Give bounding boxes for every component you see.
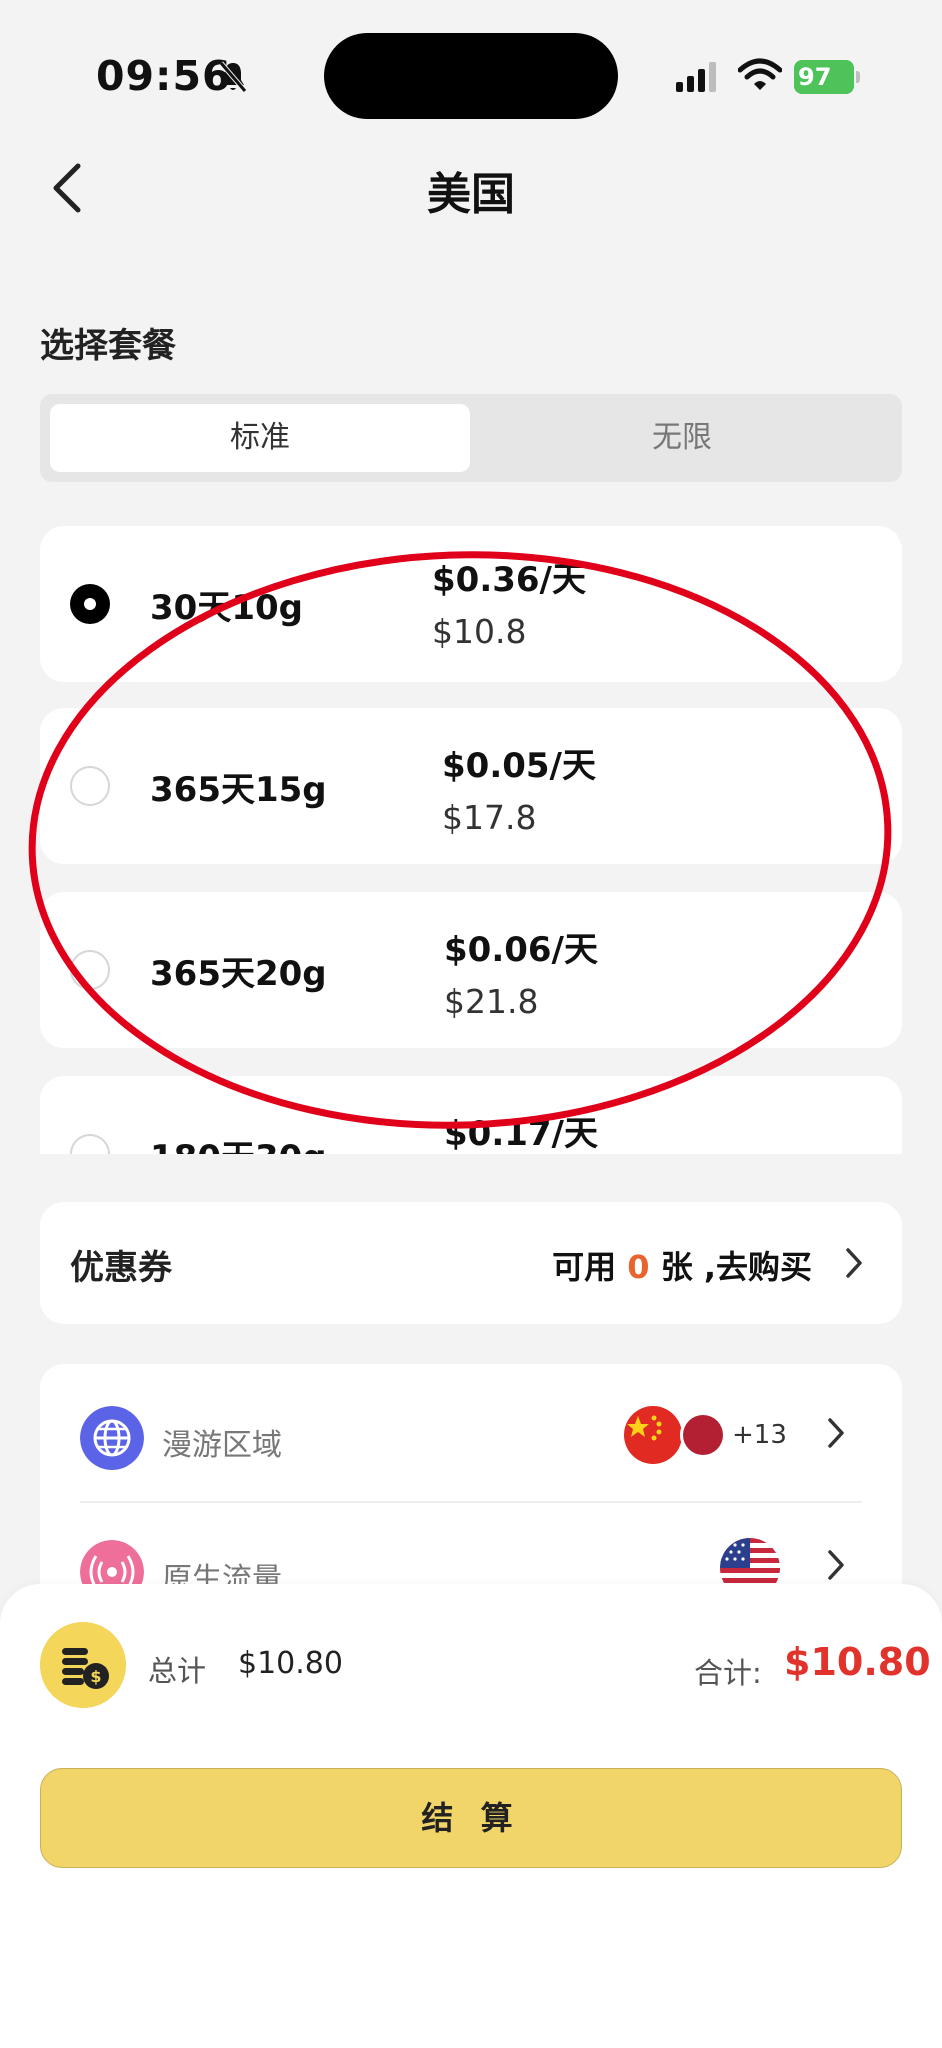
battery-level: 97 bbox=[794, 60, 854, 94]
plan-name: 180天30g bbox=[150, 1130, 327, 1154]
roaming-region-label: 漫游区域 bbox=[162, 1428, 282, 1463]
coupon-row[interactable]: 优惠券 可用 0 张 ,去购买 bbox=[40, 1202, 902, 1324]
plan-daily-rate: $0.05/天 bbox=[442, 746, 596, 786]
coupon-suffix: 张 ,去购买 bbox=[660, 1248, 812, 1286]
coupon-count: 0 bbox=[627, 1248, 650, 1286]
plan-daily-rate: $0.36/天 bbox=[432, 560, 586, 600]
chevron-right-icon bbox=[828, 1418, 844, 1448]
checkout-sheet: $ 总计 $10.80 合计: $10.80 结 算 bbox=[0, 1584, 942, 2048]
package-section-label: 选择套餐 bbox=[40, 326, 176, 366]
region-flag-icon bbox=[680, 1412, 726, 1458]
checkout-button[interactable]: 结 算 bbox=[40, 1768, 902, 1868]
svg-text:$: $ bbox=[90, 1667, 101, 1686]
plan-type-tabs: 标准 无限 bbox=[40, 394, 902, 482]
plan-name: 30天10g bbox=[150, 588, 303, 628]
total-value: $10.80 bbox=[238, 1646, 343, 1681]
wifi-icon bbox=[738, 58, 782, 90]
coupon-label: 优惠券 bbox=[70, 1248, 172, 1288]
radio-unselected[interactable] bbox=[70, 1134, 110, 1154]
plan-price: $21.8 bbox=[444, 982, 539, 1021]
globe-icon bbox=[80, 1406, 144, 1470]
coupon-prefix: 可用 bbox=[552, 1248, 617, 1286]
radio-selected[interactable] bbox=[70, 584, 110, 624]
plan-option[interactable]: 365天20g $0.06/天 $21.8 bbox=[40, 892, 902, 1048]
coins-icon: $ bbox=[40, 1622, 126, 1708]
plan-daily-rate: $0.17/天 bbox=[444, 1114, 598, 1154]
plan-option[interactable]: 30天10g $0.36/天 $10.8 bbox=[40, 526, 902, 682]
chevron-right-icon bbox=[828, 1550, 844, 1580]
plan-name: 365天15g bbox=[150, 770, 327, 810]
plan-option[interactable]: 365天15g $0.05/天 $17.8 bbox=[40, 708, 902, 864]
more-regions-count: +13 bbox=[732, 1420, 787, 1450]
cellular-signal-icon bbox=[676, 62, 716, 92]
coupon-availability: 可用 0 张 ,去购买 bbox=[552, 1242, 812, 1288]
tab-unlimited[interactable]: 无限 bbox=[472, 404, 892, 472]
total-label: 总计 bbox=[148, 1654, 207, 1688]
plan-option[interactable]: 180天30g $0.17/天 bbox=[40, 1076, 902, 1154]
status-time: 09:56 bbox=[96, 52, 232, 100]
plan-price: $10.8 bbox=[432, 612, 527, 651]
battery-tip bbox=[856, 71, 860, 83]
radio-unselected[interactable] bbox=[70, 950, 110, 990]
dynamic-island bbox=[324, 33, 618, 119]
bell-muted-icon bbox=[219, 61, 247, 93]
page-title: 美国 bbox=[427, 169, 515, 220]
radio-unselected[interactable] bbox=[70, 766, 110, 806]
plan-price: $17.8 bbox=[442, 798, 537, 837]
battery-indicator: 97 bbox=[794, 60, 860, 94]
chevron-right-icon bbox=[846, 1248, 862, 1278]
china-flag-icon bbox=[624, 1406, 682, 1464]
plan-daily-rate: $0.06/天 bbox=[444, 930, 598, 970]
sum-value: $10.80 bbox=[784, 1640, 931, 1684]
plan-name: 365天20g bbox=[150, 954, 327, 994]
tab-standard[interactable]: 标准 bbox=[50, 404, 470, 472]
sum-label: 合计: bbox=[694, 1656, 762, 1690]
info-divider bbox=[80, 1501, 862, 1503]
roaming-region-row[interactable]: 漫游区域 +13 bbox=[40, 1364, 902, 1494]
plan-list[interactable]: 30天10g $0.36/天 $10.8 365天15g $0.05/天 $17… bbox=[40, 526, 902, 1154]
